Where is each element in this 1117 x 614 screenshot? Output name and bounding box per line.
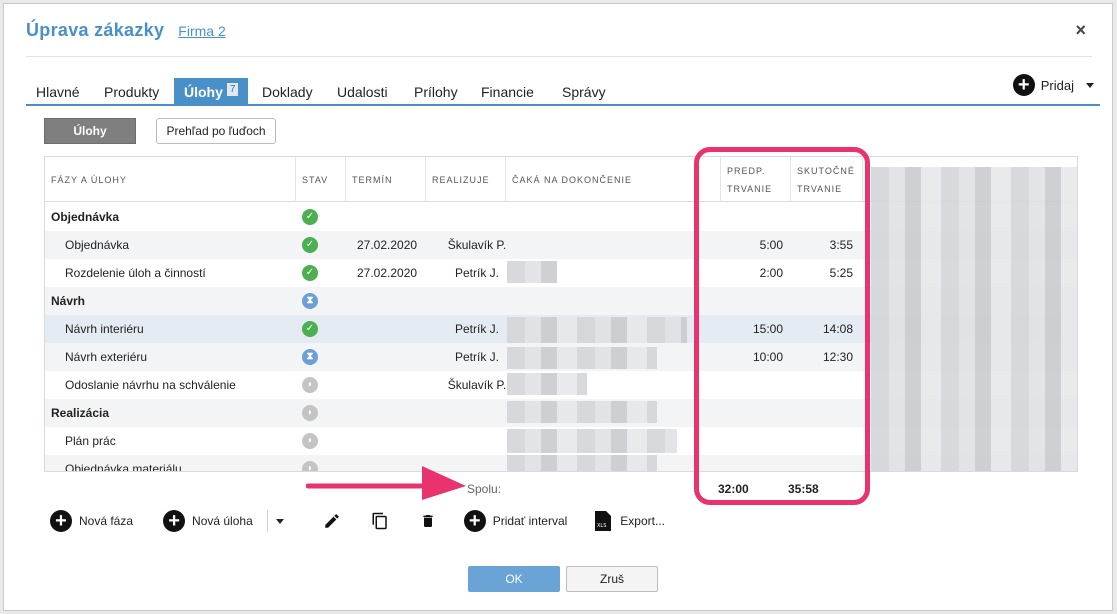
col-header-assignee[interactable]: REALIZUJE: [426, 157, 506, 202]
add-menu-label: Pridaj: [1040, 77, 1074, 93]
trash-icon-svg: [423, 515, 433, 527]
row-name: Návrh: [51, 294, 86, 308]
redacted-cell: [507, 347, 657, 369]
totals-label: Spolu:: [467, 482, 502, 496]
pause-circle-icon: ◗: [302, 433, 318, 449]
chevron-down-icon: [1086, 82, 1094, 88]
check-circle-icon: ✓: [302, 237, 318, 253]
row-name: Návrh exteriéru: [65, 350, 148, 364]
row-name: Návrh interiéru: [65, 322, 144, 336]
tab-tasks[interactable]: Úlohy 7: [174, 78, 249, 106]
row-name: Rozdelenie úloh a činností: [65, 266, 206, 280]
add-interval-label: Pridať interval: [492, 514, 568, 528]
tasks-grid: FÁZY A ÚLOHY STAV TERMÍN REALIZUJE ČAKÁ …: [44, 156, 1078, 472]
redacted-cell: [507, 373, 587, 395]
row-name: Odoslanie návrhu na schválenie: [65, 378, 236, 392]
dialog-title: Úprava zákazky: [26, 20, 165, 40]
row-name: Plán prác: [65, 434, 116, 448]
dialog-header: Úprava zákazky Firma 2: [26, 20, 226, 46]
total-planned: 32:00: [718, 482, 749, 496]
row-assignee: Škulavík P.: [447, 238, 507, 252]
plus-circle-icon: +: [50, 510, 72, 532]
grid-toolbar: + Nová fáza + Nová úloha + Pridať interv…: [50, 508, 665, 534]
add-menu-button[interactable]: + Pridaj: [1012, 74, 1094, 96]
plus-circle-icon: +: [163, 510, 186, 532]
pointer-arrow-icon: [306, 466, 466, 500]
edit-pencil-icon-svg: [325, 514, 339, 528]
row-name: Objednávka: [51, 210, 120, 224]
tab-events[interactable]: Udalosti: [327, 78, 398, 104]
row-name: Realizácia: [51, 406, 110, 420]
close-icon[interactable]: ×: [1075, 20, 1086, 41]
plus-circle-icon: +: [463, 510, 486, 532]
hourglass-icon: ⧗: [302, 349, 318, 365]
duration-columns-highlight: [694, 147, 870, 505]
redacted-columns: [871, 167, 1077, 471]
edit-pencil-icon[interactable]: [322, 510, 342, 532]
new-phase-label: Nová fáza: [79, 514, 134, 528]
tab-tasks-label: Úlohy: [184, 84, 223, 100]
tab-attachments[interactable]: Prílohy: [404, 78, 468, 104]
tab-products[interactable]: Produkty: [94, 78, 169, 104]
tab-bar: Hlavné Produkty Úlohy 7 Doklady Udalosti …: [26, 78, 1100, 106]
header-divider: [26, 56, 1092, 57]
row-assignee: Petrík J.: [454, 350, 499, 364]
copy-icon-svg: [372, 512, 387, 530]
col-header-term[interactable]: TERMÍN: [346, 157, 426, 202]
redacted-cell: [507, 317, 687, 343]
check-circle-icon: ✓: [302, 209, 318, 225]
copy-icon[interactable]: [370, 510, 390, 532]
redacted-cell: [507, 401, 657, 423]
new-task-label: Nová úloha: [192, 514, 253, 528]
tab-documents[interactable]: Doklady: [252, 78, 323, 104]
people-overview-button[interactable]: Prehľad po ľuďoch: [156, 118, 276, 144]
redacted-cell: [507, 429, 677, 453]
tasks-view-button[interactable]: Úlohy: [44, 118, 136, 144]
company-link[interactable]: Firma 2: [178, 23, 225, 39]
row-name: Objednávka materiálu: [65, 462, 182, 472]
ok-button[interactable]: OK: [468, 566, 560, 592]
cancel-button[interactable]: Zruš: [566, 566, 658, 592]
export-button[interactable]: XLS Export...: [593, 510, 665, 532]
row-term: 27.02.2020: [357, 266, 418, 280]
svg-text:XLS: XLS: [597, 523, 606, 529]
row-term: 27.02.2020: [357, 238, 418, 252]
row-name: Objednávka: [65, 238, 130, 252]
tab-finance[interactable]: Financie: [471, 78, 544, 104]
plus-circle-icon: +: [1012, 74, 1035, 96]
tab-main[interactable]: Hlavné: [26, 78, 90, 104]
row-assignee: Petrík J.: [454, 322, 499, 336]
col-header-phases[interactable]: FÁZY A ÚLOHY: [45, 157, 296, 202]
xls-file-icon: XLS: [593, 510, 613, 532]
row-assignee: Petrík J.: [454, 266, 499, 280]
redacted-cell: [507, 455, 657, 471]
export-label: Export...: [620, 514, 665, 528]
check-circle-icon: ✓: [302, 265, 318, 281]
total-actual: 35:58: [788, 482, 819, 496]
redacted-cell: [507, 261, 557, 283]
check-circle-icon: ✓: [302, 321, 318, 337]
chevron-down-icon[interactable]: [275, 518, 284, 524]
tasks-count-badge: 7: [226, 83, 239, 96]
tab-messages[interactable]: Správy: [552, 78, 616, 104]
edit-order-dialog: Úprava zákazky Firma 2 × Hlavné Produkty…: [3, 3, 1113, 611]
hourglass-icon: ⧗: [302, 293, 318, 309]
add-interval-button[interactable]: + Pridať interval: [463, 510, 568, 532]
new-task-button[interactable]: + Nová úloha: [163, 510, 253, 532]
pause-circle-icon: ◗: [302, 405, 318, 421]
xls-file-icon-svg: XLS: [595, 511, 612, 531]
toolbar-divider: [266, 510, 268, 532]
col-header-waiting[interactable]: ČAKÁ NA DOKONČENIE: [506, 157, 721, 202]
trash-icon[interactable]: [418, 510, 438, 532]
col-header-status[interactable]: STAV: [296, 157, 346, 202]
pause-circle-icon: ◗: [302, 377, 318, 393]
row-assignee: Škulavík P.: [447, 378, 507, 392]
new-phase-button[interactable]: + Nová fáza: [50, 510, 133, 532]
